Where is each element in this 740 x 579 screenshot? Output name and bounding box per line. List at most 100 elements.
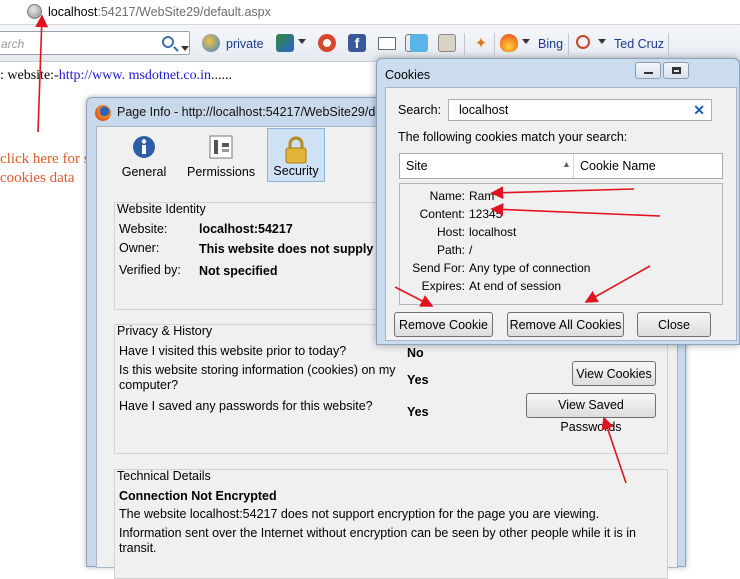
sort-arrow-icon: ▲ (562, 159, 571, 169)
clear-search-icon[interactable]: ✕ (693, 100, 705, 120)
tab-security[interactable]: Security (267, 128, 325, 182)
cookies-question-line1: Is this website storing information (coo… (119, 363, 396, 377)
cookies-answer: Yes (407, 373, 429, 387)
facebook-icon[interactable]: f (348, 34, 366, 52)
search-icon[interactable] (162, 36, 174, 48)
column-site[interactable]: Site (406, 159, 428, 173)
cookie-list-header[interactable]: Site ▲ Cookie Name (399, 153, 723, 179)
website-identity-heading: Website Identity (117, 202, 206, 216)
visited-answer: No (407, 346, 424, 360)
link-dropdown-icon[interactable] (298, 39, 306, 44)
website-prefix: : website:- (0, 68, 59, 83)
detail-key: Send For: (412, 261, 465, 275)
verified-label: Verified by: (119, 263, 181, 277)
close-window-button[interactable] (691, 62, 735, 79)
tab-permissions-label: Permissions (187, 165, 256, 179)
view-saved-passwords-button[interactable]: View Saved Passwords (526, 393, 656, 434)
minimize-button[interactable] (635, 62, 661, 79)
private-button[interactable]: private (226, 37, 264, 51)
visited-question: Have I visited this website prior to tod… (119, 344, 347, 358)
tab-general-label: General (121, 165, 167, 179)
detail-value: At end of session (469, 279, 562, 293)
owner-label: Owner: (119, 241, 160, 255)
search-dropdown-icon[interactable] (181, 46, 189, 51)
detail-value: localhost (469, 225, 517, 239)
privacy-history-heading: Privacy & History (117, 324, 213, 338)
column-cookie-name[interactable]: Cookie Name (580, 159, 656, 173)
url-text[interactable]: localhost:54217/WebSite29/default.aspx (48, 5, 271, 19)
detail-value: Ram (469, 189, 495, 203)
owner-value: This website does not supply ow (199, 242, 395, 256)
link-icon[interactable] (276, 34, 294, 52)
clock-icon[interactable] (318, 34, 336, 52)
passwords-answer: Yes (407, 405, 429, 419)
verified-value: Not specified (199, 264, 278, 278)
website-link[interactable]: http://www. msdotnet.co.in (59, 68, 211, 83)
search-tool-dropdown-icon[interactable] (598, 39, 606, 44)
cookie-search-input[interactable]: localhost ✕ (448, 99, 712, 121)
cookie-match-text: The following cookies match your search: (398, 130, 628, 144)
close-button[interactable]: Close (637, 312, 711, 337)
column-divider[interactable] (573, 154, 574, 178)
website-label: Website: (119, 222, 168, 236)
website-value: localhost:54217 (199, 222, 293, 236)
lock-icon (285, 136, 307, 164)
cookies-window-title: Cookies (385, 68, 431, 82)
firefox-logo-icon (95, 105, 111, 121)
fire-dropdown-icon[interactable] (522, 39, 530, 44)
tab-general[interactable]: General (115, 128, 173, 182)
page-info-title: Page Info - http://localhost:54217/WebSi… (117, 105, 386, 119)
search-input[interactable]: arch (0, 31, 190, 55)
toolbar: arch private f ✦ Bing Ted Cruz (0, 25, 740, 62)
fire-icon[interactable] (500, 34, 518, 52)
detail-value: Any type of connection (469, 261, 591, 275)
detail-row-send-for: Send For: Any type of connection (400, 261, 720, 279)
toolbar-separator (494, 33, 495, 55)
tab-security-label: Security (273, 164, 319, 178)
contact-card-icon[interactable] (438, 34, 456, 52)
toolbar-separator (464, 33, 465, 55)
twitter-icon[interactable] (410, 34, 428, 52)
mail-icon[interactable] (378, 37, 396, 50)
maximize-button[interactable] (663, 62, 689, 79)
globe-icon (27, 4, 42, 19)
detail-key: Content: (419, 207, 465, 221)
toolbar-separator (568, 33, 569, 55)
transit-note-line2: transit. (119, 541, 157, 555)
technical-details-group: Technical Details Connection Not Encrypt… (114, 469, 668, 579)
search-placeholder: arch (1, 37, 25, 51)
detail-row-name: Name: Ram (400, 189, 720, 207)
search-tool-icon[interactable] (576, 35, 590, 49)
remove-all-cookies-button[interactable]: Remove All Cookies (507, 312, 624, 337)
passwords-question: Have I saved any passwords for this webs… (119, 399, 373, 413)
address-bar[interactable]: localhost:54217/WebSite29/default.aspx (0, 0, 740, 25)
detail-key: Host: (436, 225, 465, 239)
cookie-search-label: Search: (398, 103, 442, 117)
cookies-body: Search: localhost ✕ The following cookie… (385, 87, 737, 341)
encryption-note: The website localhost:54217 does not sup… (119, 507, 600, 521)
permissions-icon (209, 135, 233, 159)
detail-key: Expires: (421, 279, 465, 293)
info-icon (133, 136, 155, 158)
technical-details-heading: Technical Details (117, 469, 211, 483)
detail-key: Name: (429, 189, 465, 203)
cookie-details-panel: Name: Ram Content: 12345 Host: localhost… (399, 183, 723, 305)
bing-button[interactable]: Bing (538, 37, 563, 51)
earth-icon[interactable] (202, 34, 220, 52)
detail-value: / (469, 243, 473, 257)
maximize-icon (672, 67, 681, 74)
transit-note-line1: Information sent over the Internet witho… (119, 526, 636, 540)
remove-cookie-button[interactable]: Remove Cookie (394, 312, 493, 337)
connection-status: Connection Not Encrypted (119, 489, 277, 503)
website-suffix: ...... (211, 68, 233, 83)
user-button[interactable]: Ted Cruz (614, 37, 664, 51)
detail-row-path: Path: / (400, 243, 720, 261)
toolbar-separator (668, 33, 669, 55)
url-path: :54217/WebSite29/default.aspx (97, 5, 271, 19)
detail-row-expires: Expires: At end of session (400, 279, 720, 297)
sparkle-icon[interactable]: ✦ (472, 34, 490, 52)
minimize-icon (644, 72, 653, 74)
tab-permissions[interactable]: Permissions (187, 128, 255, 182)
view-cookies-button[interactable]: View Cookies (572, 361, 656, 386)
cookies-question-line2: computer? (119, 378, 179, 392)
